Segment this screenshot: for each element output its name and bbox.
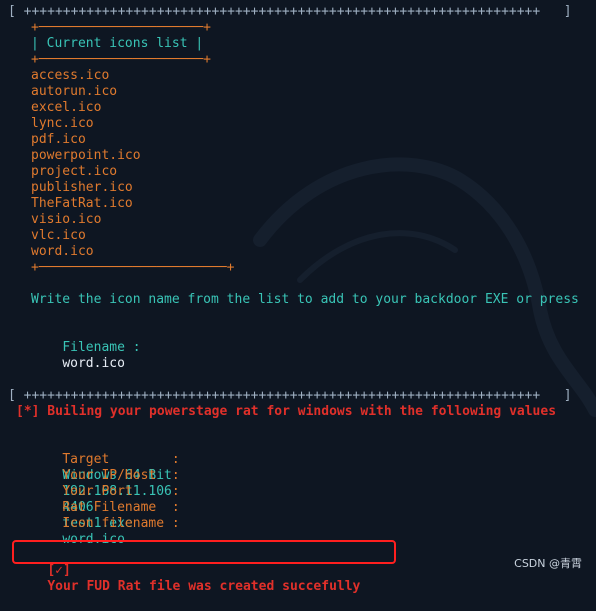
- detail-label: Icon filename :: [62, 516, 180, 531]
- icon-list-item: visio.ico: [31, 212, 102, 227]
- icon-box-top: +─────────────────────+: [31, 20, 212, 35]
- icon-list-item: excel.ico: [31, 100, 102, 115]
- section-border-top: [ ++++++++++++++++++++++++++++++++++++++…: [8, 4, 572, 19]
- icon-list-item: vlc.ico: [31, 228, 86, 243]
- terminal-window[interactable]: [ ++++++++++++++++++++++++++++++++++++++…: [0, 0, 596, 594]
- icon-list-item: lync.ico: [31, 116, 94, 131]
- success-message: [✓] Your FUD Rat file was created succef…: [16, 547, 360, 611]
- icon-list-item: TheFatRat.ico: [31, 196, 133, 211]
- success-prefix: [✓]: [47, 563, 71, 578]
- icon-prompt-text: Write the icon name from the list to add…: [31, 292, 579, 307]
- icon-list-item: project.ico: [31, 164, 118, 179]
- section-border-bottom: [ ++++++++++++++++++++++++++++++++++++++…: [8, 388, 572, 403]
- icon-box-bottom: +─────────────────────+: [31, 52, 212, 67]
- icon-list-item: powerpoint.ico: [31, 148, 141, 163]
- icon-list-item: pdf.ico: [31, 132, 86, 147]
- icon-list-item: autorun.ico: [31, 84, 118, 99]
- building-message: [*] Builing your powerstage rat for wind…: [16, 404, 557, 419]
- icon-box-title: | Current icons list |: [31, 36, 204, 51]
- filename-input-line[interactable]: Filename : word.ico: [31, 324, 141, 388]
- icon-list-item: access.ico: [31, 68, 110, 83]
- filename-value[interactable]: word.ico: [62, 356, 125, 371]
- icon-list-bottom-border: +────────────────────────+: [31, 260, 235, 275]
- success-text: Your FUD Rat file was created succefully: [47, 579, 361, 594]
- icon-list-item: publisher.ico: [31, 180, 133, 195]
- csdn-watermark: CSDN @青霄: [514, 557, 582, 570]
- dragon-logo-watermark: [253, 157, 596, 417]
- filename-label: Filename :: [62, 340, 141, 355]
- icon-list-item: word.ico: [31, 244, 94, 259]
